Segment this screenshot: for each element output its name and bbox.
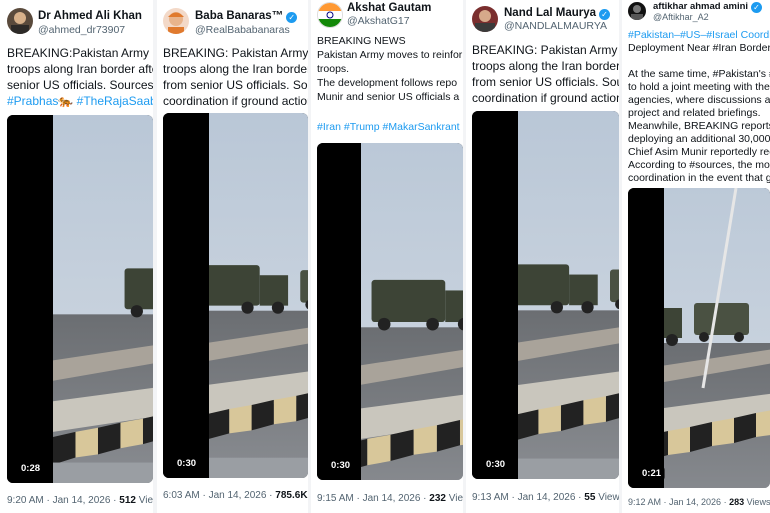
video-duration: 0:21 [638,467,666,480]
author-handle[interactable]: @RealBababanaras [195,24,290,36]
view-count: 785.6K [275,490,308,501]
author-name[interactable]: Dr Ahmed Ali Khan [38,10,142,22]
post-line: troops along the Iran border a [163,62,308,76]
video-player[interactable]: 0:30 [472,111,619,479]
post-line: Meanwhile, BREAKING reports ind [628,120,770,132]
post-line: The development follows repo [317,77,458,89]
post-line: Pakistan Army moves to reinfor [317,49,463,61]
avatar[interactable] [317,2,343,28]
video-duration: 0:28 [17,462,45,475]
post-line: BREAKING: Pakistan Army is [472,43,619,57]
tweet-card-1: Dr Ahmed Ali Khan @ahmed_dr73907 BREAKIN… [0,0,153,513]
views-label: Views [598,492,619,503]
post-line: According to #sources, the move m [628,159,770,171]
author-name-text: Baba Banaras™ [195,10,284,22]
post-timestamp[interactable]: 9:15 AM · Jan 14, 2026 · [317,493,429,504]
video-player[interactable]: 0:28 [7,115,153,483]
hashtags[interactable]: #Prabhas🐅 #TheRajaSaab # [7,93,153,109]
avatar[interactable] [472,6,498,32]
author-name-text: Nand Lal Maurya [504,7,597,19]
avatar[interactable] [7,8,33,34]
video-player[interactable]: 0:30 [317,143,463,480]
post-meta: 9:13 AM · Jan 14, 2026 · 55 Views [472,492,619,503]
video-player[interactable]: 0:21 [628,188,770,488]
post-line: senior US officials. Sources s [7,78,153,92]
author-handle[interactable]: @AkshatG17 [347,15,410,27]
post-timestamp[interactable]: 6:03 AM · Jan 14, 2026 · [163,490,275,501]
post-timestamp[interactable]: 9:12 AM · Jan 14, 2026 · [628,497,729,507]
author-handle[interactable]: @ahmed_dr73907 [38,24,125,36]
headline-line: Deployment Near #Iran Border [628,42,770,54]
post-line: BREAKING NEWS [317,35,406,47]
post-line: coordination if ground action [163,94,308,108]
author-name[interactable]: Akshat Gautam [347,2,431,14]
post-line: troops along Iran border after [7,62,153,76]
view-count: 55 [584,492,596,503]
post-line: deploying an additional 30,000 tro [628,133,770,145]
post-meta: 9:12 AM · Jan 14, 2026 · 283 Views [628,497,770,507]
avatar[interactable] [163,8,189,34]
post-meta: 9:20 AM · Jan 14, 2026 · 512 Views [7,495,153,506]
post-line: troops. [317,63,350,75]
post-line: Munir and senior US officials a [317,91,460,103]
post-line: BREAKING: Pakistan Army is [163,46,308,60]
author-handle[interactable]: @NANDLALMAURYA [504,20,607,32]
tweet-card-5: aftikhar ahmad amini ✓ @Aftikhar_A2 #Paki… [622,0,770,513]
author-name-text: aftikhar ahmad amini [653,1,749,12]
post-line: coordination if ground action [472,91,619,105]
post-timestamp[interactable]: 9:20 AM · Jan 14, 2026 · [7,495,119,506]
post-line: agencies, where discussions are re [628,94,770,106]
post-line: from senior US officials. Sou [472,75,619,89]
post-line: At the same time, #Pakistan's #int [628,68,770,80]
verified-badge-icon: ✓ [286,12,298,23]
post-line: troops along the Iran border a [472,59,619,73]
avatar[interactable] [628,2,646,20]
post-line: to hold a joint meeting with the hea [628,81,770,93]
author-handle[interactable]: @Aftikhar_A2 [653,12,709,22]
view-count: 232 [429,493,446,504]
verified-badge-icon: ✓ [599,9,611,20]
tweet-card-3: Akshat Gautam @AkshatG17 BREAKING NEWS P… [311,0,463,513]
headline-line[interactable]: #Pakistan–#US–#Israel Coordinat [628,29,770,42]
post-line: coordination in the event that grou [628,172,770,184]
video-player[interactable]: 0:30 [163,113,308,478]
post-line: BREAKING:Pakistan Army repo [7,46,153,60]
post-line: Chief Asim Munir reportedly receiv [628,146,770,158]
tweet-card-2: Baba Banaras™ ✓ @RealBababanaras BREAKING… [157,0,308,513]
view-count: 512 [119,495,136,506]
views-label: Views [448,493,463,504]
post-line: project and related briefings. [628,107,761,119]
post-timestamp[interactable]: 9:13 AM · Jan 14, 2026 · [472,492,584,503]
video-duration: 0:30 [327,459,355,472]
views-label: Views [138,495,153,506]
author-name[interactable]: Nand Lal Maurya ✓ [504,7,611,20]
view-count: 283 [729,497,745,507]
tweet-card-4: Nand Lal Maurya ✓ @NANDLALMAURYA BREAKING… [466,0,619,513]
video-duration: 0:30 [173,457,201,470]
views-label: Views [744,497,770,507]
video-duration: 0:30 [482,458,510,471]
verified-badge-icon: ✓ [751,2,763,13]
post-line: from senior US officials. Sou [163,78,308,92]
hashtags[interactable]: #Iran #Trump #MakarSankrant [317,121,460,134]
post-meta: 6:03 AM · Jan 14, 2026 · 785.6K V [163,490,308,501]
author-name[interactable]: Baba Banaras™ ✓ [195,10,298,23]
post-meta: 9:15 AM · Jan 14, 2026 · 232 Views [317,493,463,504]
